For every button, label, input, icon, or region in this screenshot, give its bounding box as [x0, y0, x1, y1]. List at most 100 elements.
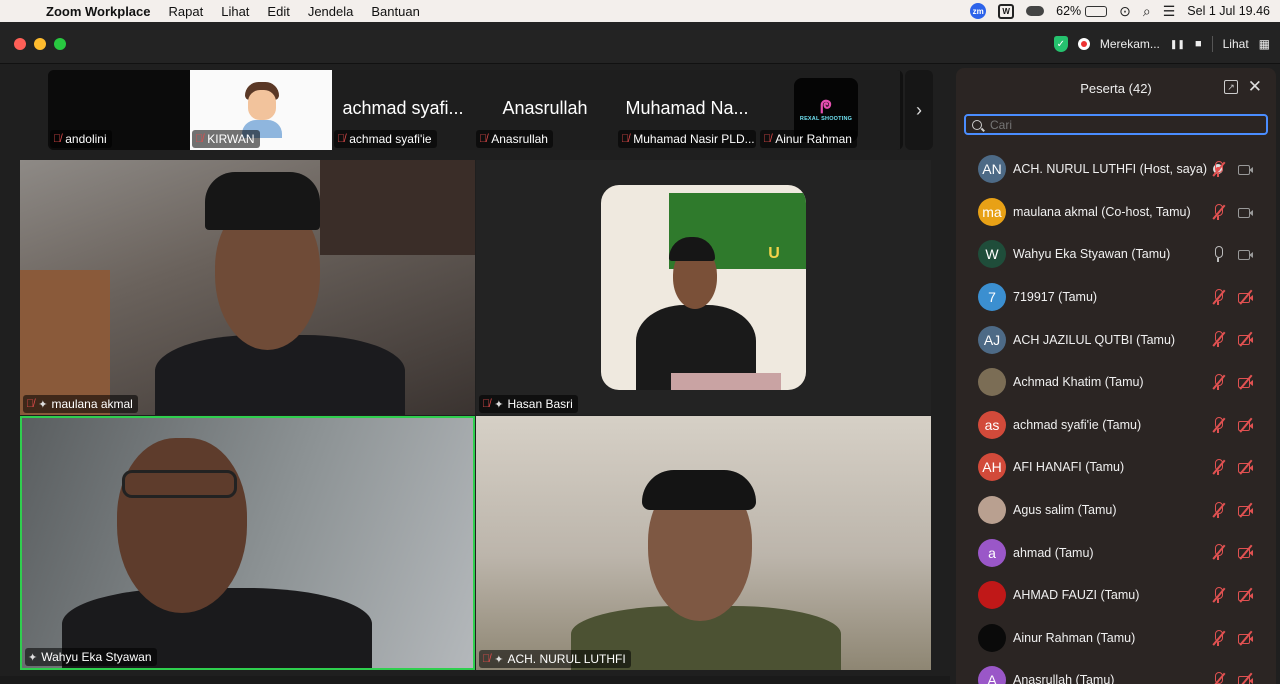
w-app-icon[interactable]: W — [998, 3, 1015, 19]
participant-name: Wahyu Eka Styawan (Tamu) — [1013, 247, 1171, 262]
stop-recording-button[interactable]: ■ — [1195, 38, 1202, 50]
participant-status-icons — [1212, 629, 1254, 646]
participant-row[interactable]: AJ ACH JAZILUL QUTBI (Tamu) — [956, 318, 1276, 361]
menu-jendela[interactable]: Jendela — [308, 4, 354, 19]
participant-row[interactable]: AH AFI HANAFI (Tamu) — [956, 446, 1276, 489]
participant-row[interactable]: a ahmad (Tamu) — [956, 531, 1276, 574]
camera-off-icon[interactable] — [1238, 630, 1254, 645]
mic-icon[interactable] — [1212, 246, 1224, 263]
pin-icon: ✦ — [494, 398, 504, 411]
participant-row[interactable]: as achmad syafi'ie (Tamu) — [956, 404, 1276, 447]
participant-row[interactable]: 7 719917 (Tamu) — [956, 276, 1276, 319]
filmstrip-tile[interactable]: achmad syafi... 🎙̸ achmad syafi'ie — [332, 70, 474, 150]
mic-muted-icon[interactable] — [1212, 416, 1226, 433]
participant-row[interactable]: Agus salim (Tamu) — [956, 489, 1276, 532]
pop-out-icon[interactable]: ↗ — [1224, 80, 1238, 94]
mic-muted-icon[interactable] — [1212, 672, 1226, 684]
grid-view-icon[interactable]: ▦ — [1259, 37, 1270, 51]
participant-row[interactable]: Ainur Rahman (Tamu) — [956, 617, 1276, 660]
participant-row[interactable]: Achmad Khatim (Tamu) — [956, 361, 1276, 404]
menu-edit[interactable]: Edit — [267, 4, 289, 19]
participant-name: Anasrullah (Tamu) — [1013, 673, 1115, 684]
camera-off-icon[interactable] — [1238, 587, 1254, 603]
participant-row[interactable]: W Wahyu Eka Styawan (Tamu) — [956, 233, 1276, 276]
filmstrip-tile[interactable]: Muhamad Na... 🎙̸ Muhamad Nasir PLD... — [616, 70, 758, 150]
battery-percent: 62% — [1056, 4, 1082, 18]
filmstrip-tile[interactable]: 🎙̸ andolini — [48, 70, 190, 150]
pin-icon: ✦ — [28, 651, 38, 664]
close-icon[interactable]: ✕ — [1248, 77, 1262, 97]
participant-name: KIRWAN — [207, 132, 255, 146]
participant-status-icons — [1212, 416, 1254, 433]
participant-avatar: W — [978, 240, 1006, 269]
mic-muted-icon[interactable] — [1212, 586, 1226, 603]
participant-row[interactable]: ma maulana akmal (Co-host, Tamu) — [956, 191, 1276, 234]
control-center-icon[interactable]: ☰ — [1163, 3, 1176, 20]
close-window-button[interactable] — [14, 38, 26, 50]
encryption-shield-icon[interactable]: ✓ — [1053, 36, 1068, 52]
zoom-status-icon[interactable]: zm — [970, 3, 987, 19]
mic-muted-icon[interactable] — [1212, 161, 1226, 177]
participant-avatar: AJ — [978, 325, 1006, 354]
participant-display-name: achmad syafi... — [342, 98, 464, 118]
menu-bantuan[interactable]: Bantuan — [371, 4, 419, 19]
mic-muted-icon[interactable] — [1212, 501, 1226, 518]
minimize-window-button[interactable] — [34, 38, 46, 50]
speaker-photo: NU — [601, 185, 806, 390]
filmstrip-tile[interactable]: ᖘ REXAL SHOOTING 🎙̸ Ainur Rahman — [758, 70, 900, 150]
participant-status-icons — [1212, 373, 1254, 390]
participant-search-field[interactable] — [964, 114, 1268, 135]
video-tile[interactable]: NU 🎙̸✦Hasan Basri — [476, 160, 931, 415]
mic-muted-icon[interactable] — [1212, 331, 1226, 348]
pause-recording-button[interactable]: ❚❚ — [1170, 39, 1185, 50]
camera-icon[interactable] — [1238, 163, 1254, 175]
menu-app-name[interactable]: Zoom Workplace — [46, 4, 151, 19]
camera-off-icon[interactable] — [1238, 459, 1254, 475]
camera-off-icon[interactable] — [1238, 374, 1254, 390]
active-speaker-video-tile[interactable]: ✦ Wahyu Eka Styawan — [20, 416, 475, 670]
cloud-icon[interactable] — [1026, 6, 1045, 16]
mic-muted-icon[interactable] — [1212, 373, 1226, 390]
camera-off-icon[interactable] — [1238, 672, 1254, 684]
participant-status-icons — [1212, 586, 1254, 603]
participant-display-name: Anasrullah — [502, 98, 588, 118]
filmstrip-next-button[interactable]: › — [905, 70, 933, 150]
participant-avatar: as — [978, 410, 1006, 439]
link-icon[interactable]: ⊙ — [1119, 3, 1131, 20]
participant-row[interactable]: AN ACH. NURUL LUTHFI (Host, saya) — [956, 148, 1276, 191]
mic-muted-icon: 🎙̸ — [195, 133, 204, 145]
camera-icon[interactable] — [1238, 206, 1254, 218]
camera-off-icon[interactable] — [1238, 544, 1254, 560]
menu-lihat[interactable]: Lihat — [221, 4, 249, 19]
participant-row[interactable]: A Anasrullah (Tamu) — [956, 659, 1276, 684]
view-button[interactable]: Lihat — [1223, 37, 1249, 51]
camera-off-icon[interactable] — [1238, 502, 1254, 518]
search-icon[interactable]: ⌕ — [1143, 3, 1151, 20]
menubar-datetime[interactable]: Sel 1 Jul 19.46 — [1187, 4, 1270, 18]
participant-row[interactable]: AHMAD FAUZI (Tamu) — [956, 574, 1276, 617]
participant-name: AFI HANAFI (Tamu) — [1013, 460, 1125, 475]
battery-indicator[interactable]: 62% — [1056, 4, 1108, 18]
participant-name: Wahyu Eka Styawan — [41, 650, 152, 664]
logo-text: REXAL SHOOTING — [799, 116, 853, 122]
camera-icon[interactable] — [1238, 248, 1254, 261]
video-tile[interactable]: 🎙̸ ✦ ACH. NURUL LUTHFI — [476, 416, 931, 670]
camera-off-icon[interactable] — [1238, 417, 1254, 432]
filmstrip-tile[interactable]: Anasrullah 🎙̸ Anasrullah — [474, 70, 616, 150]
participant-status-icons — [1212, 203, 1254, 220]
macos-menubar: Zoom Workplace Rapat Lihat Edit Jendela … — [0, 0, 1280, 22]
mic-muted-icon[interactable] — [1212, 544, 1226, 561]
mic-muted-icon[interactable] — [1212, 629, 1226, 646]
search-input[interactable] — [990, 117, 1250, 132]
menu-rapat[interactable]: Rapat — [169, 4, 204, 19]
camera-off-icon[interactable] — [1238, 331, 1254, 347]
participant-nametag: 🎙̸ ✦ Hasan Basri — [479, 395, 578, 413]
video-tile[interactable]: 🎙̸ ✦ maulana akmal — [20, 160, 475, 415]
mic-muted-icon[interactable] — [1212, 288, 1226, 305]
mic-muted-icon[interactable] — [1212, 203, 1226, 220]
zoom-window-button[interactable] — [54, 38, 66, 50]
filmstrip-tile[interactable]: 🎙̸ KIRWAN — [190, 70, 332, 150]
mic-muted-icon[interactable] — [1212, 459, 1226, 476]
camera-off-icon[interactable] — [1238, 289, 1254, 305]
participant-avatar: ma — [978, 197, 1006, 226]
